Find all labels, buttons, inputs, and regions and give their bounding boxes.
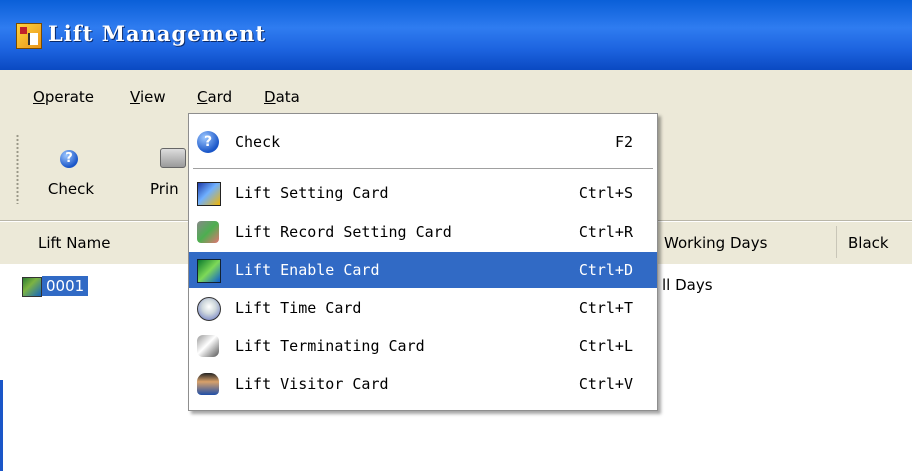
menu-item-label: Lift Enable Card: [235, 261, 380, 279]
working-days-cell: ll Days: [662, 276, 713, 294]
column-lift-name[interactable]: Lift Name: [38, 234, 110, 252]
menu-item-label: Lift Setting Card: [235, 184, 389, 202]
menu-item-check[interactable]: ? Check F2: [189, 124, 657, 160]
menu-item-shortcut: F2: [614, 133, 633, 151]
window-left-border: [0, 380, 3, 471]
menu-item-shortcut: Ctrl+T: [578, 299, 633, 317]
printer-icon: [160, 148, 186, 168]
menu-item-lift-record-setting-card[interactable]: Lift Record Setting Card Ctrl+R: [189, 214, 657, 250]
column-black[interactable]: Black: [848, 234, 889, 252]
lift-name-cell[interactable]: 0001: [42, 276, 89, 296]
menu-operate-mnemonic: O: [33, 88, 45, 106]
menu-data-mnemonic: D: [264, 88, 276, 106]
menu-view[interactable]: View: [130, 88, 166, 106]
print-button-label: Prin: [150, 180, 179, 198]
menu-data[interactable]: Data: [264, 88, 300, 106]
toolbar-grip[interactable]: [16, 134, 19, 204]
menu-view-mnemonic: V: [130, 88, 140, 106]
menu-item-label: Lift Time Card: [235, 299, 362, 317]
menu-operate-rest: perate: [44, 88, 95, 106]
menu-item-lift-enable-card[interactable]: Lift Enable Card Ctrl+D: [189, 252, 657, 288]
menu-item-label: Lift Terminating Card: [235, 337, 425, 355]
lift-icon: [22, 277, 42, 297]
visitor-card-icon: [197, 373, 219, 395]
check-button-label: Check: [47, 180, 95, 198]
help-icon: ?: [60, 150, 78, 168]
menu-item-shortcut: Ctrl+L: [578, 337, 633, 355]
terminating-card-icon: [197, 335, 219, 357]
menu-card-mnemonic: C: [197, 88, 208, 106]
column-working-days[interactable]: Working Days: [664, 234, 767, 252]
title-bar[interactable]: Lift Management: [0, 0, 912, 70]
menu-item-shortcut: Ctrl+V: [578, 375, 633, 393]
menu-separator: [193, 168, 653, 169]
record-setting-icon: [197, 221, 219, 243]
menu-item-shortcut: Ctrl+S: [578, 184, 633, 202]
menu-item-lift-terminating-card[interactable]: Lift Terminating Card Ctrl+L: [189, 328, 657, 364]
menu-item-shortcut: Ctrl+R: [578, 223, 633, 241]
menu-item-label: Lift Visitor Card: [235, 375, 389, 393]
menu-item-label: Lift Record Setting Card: [235, 223, 452, 241]
check-button[interactable]: ? Check: [36, 128, 106, 206]
app-window: Lift Management Operate View Card Data ?…: [0, 0, 912, 471]
menu-card-rest: ard: [207, 88, 233, 106]
menu-item-lift-setting-card[interactable]: Lift Setting Card Ctrl+S: [189, 175, 657, 211]
enable-card-icon: [197, 259, 221, 283]
setting-card-icon: [197, 182, 221, 206]
menu-operate[interactable]: Operate: [33, 88, 94, 106]
print-button[interactable]: Prin: [150, 128, 190, 206]
menu-item-lift-visitor-card[interactable]: Lift Visitor Card Ctrl+V: [189, 366, 657, 402]
menu-item-lift-time-card[interactable]: Lift Time Card Ctrl+T: [189, 290, 657, 326]
menu-card[interactable]: Card: [197, 88, 232, 106]
menu-item-shortcut: Ctrl+D: [578, 261, 633, 279]
menu-view-rest: iew: [139, 88, 166, 106]
menu-data-rest: ata: [275, 88, 300, 106]
card-menu-dropdown: ? Check F2 Lift Setting Card Ctrl+S Lift…: [188, 113, 658, 411]
column-separator[interactable]: [836, 226, 837, 258]
time-card-icon: [197, 297, 221, 321]
app-icon: [16, 23, 42, 49]
window-title: Lift Management: [48, 21, 267, 46]
help-icon: ?: [197, 131, 219, 153]
menu-item-label: Check: [235, 133, 281, 151]
